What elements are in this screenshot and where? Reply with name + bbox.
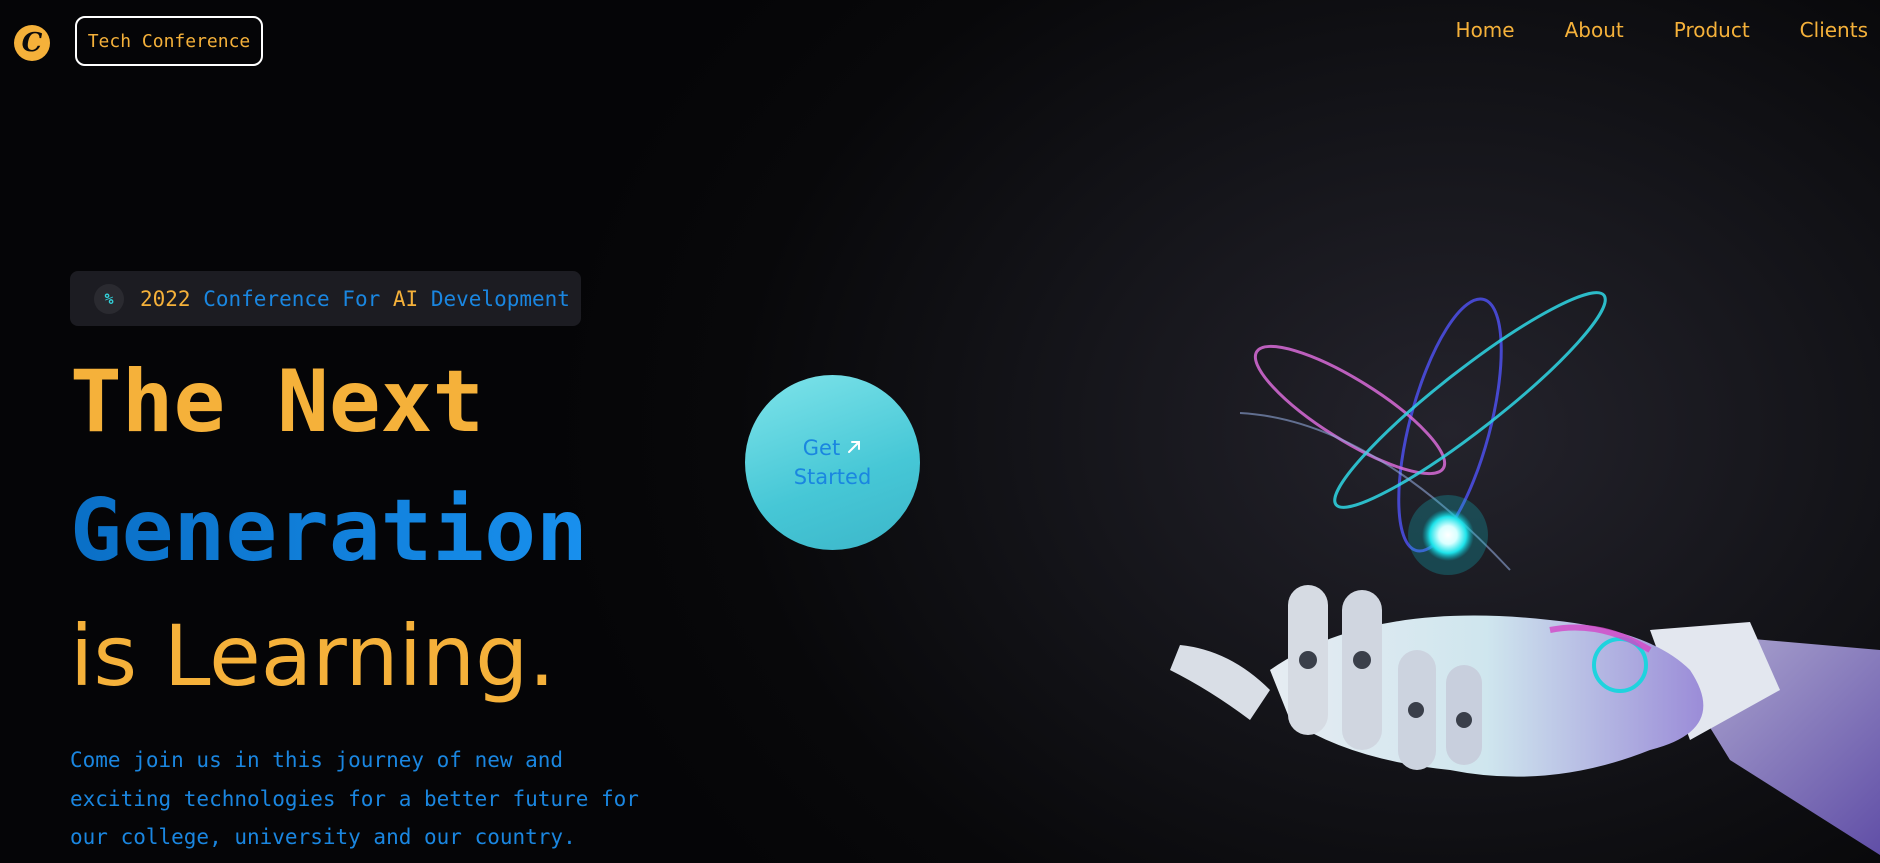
nav-home[interactable]: Home	[1456, 18, 1515, 42]
main-nav: Home About Product Clients	[1406, 18, 1868, 42]
badge-part3: Development	[430, 286, 570, 311]
get-started-button[interactable]: Get Started	[745, 375, 920, 550]
headline-line-3: is Learning.	[70, 607, 556, 705]
nav-product[interactable]: Product	[1674, 18, 1750, 42]
nav-clients[interactable]: Clients	[1800, 18, 1868, 42]
robot-hand-illustration	[1170, 291, 1880, 855]
badge-part1: Conference For	[203, 286, 381, 311]
logo-icon[interactable]: C	[14, 25, 50, 61]
brand-name[interactable]: Tech Conference	[75, 16, 263, 66]
badge-part2: AI	[392, 286, 419, 311]
badge-year: 2022	[140, 286, 191, 311]
cta-line-1: Get	[802, 435, 841, 460]
nav-about[interactable]: About	[1565, 18, 1624, 42]
conference-badge: % 2022 Conference For AI Development	[70, 271, 581, 326]
arrow-up-right-icon	[846, 434, 862, 463]
headline-line-1: The Next	[70, 352, 485, 452]
badge-space-1	[191, 287, 204, 311]
percent-icon: %	[94, 283, 124, 314]
badge-space-2	[380, 287, 393, 311]
cta-line-2: Started	[793, 464, 872, 489]
badge-space-3	[418, 287, 431, 311]
headline-line-2: Generation	[70, 481, 588, 581]
hero-description: Come join us in this journey of new and …	[70, 748, 639, 849]
cta-row-1: Get	[803, 434, 862, 463]
